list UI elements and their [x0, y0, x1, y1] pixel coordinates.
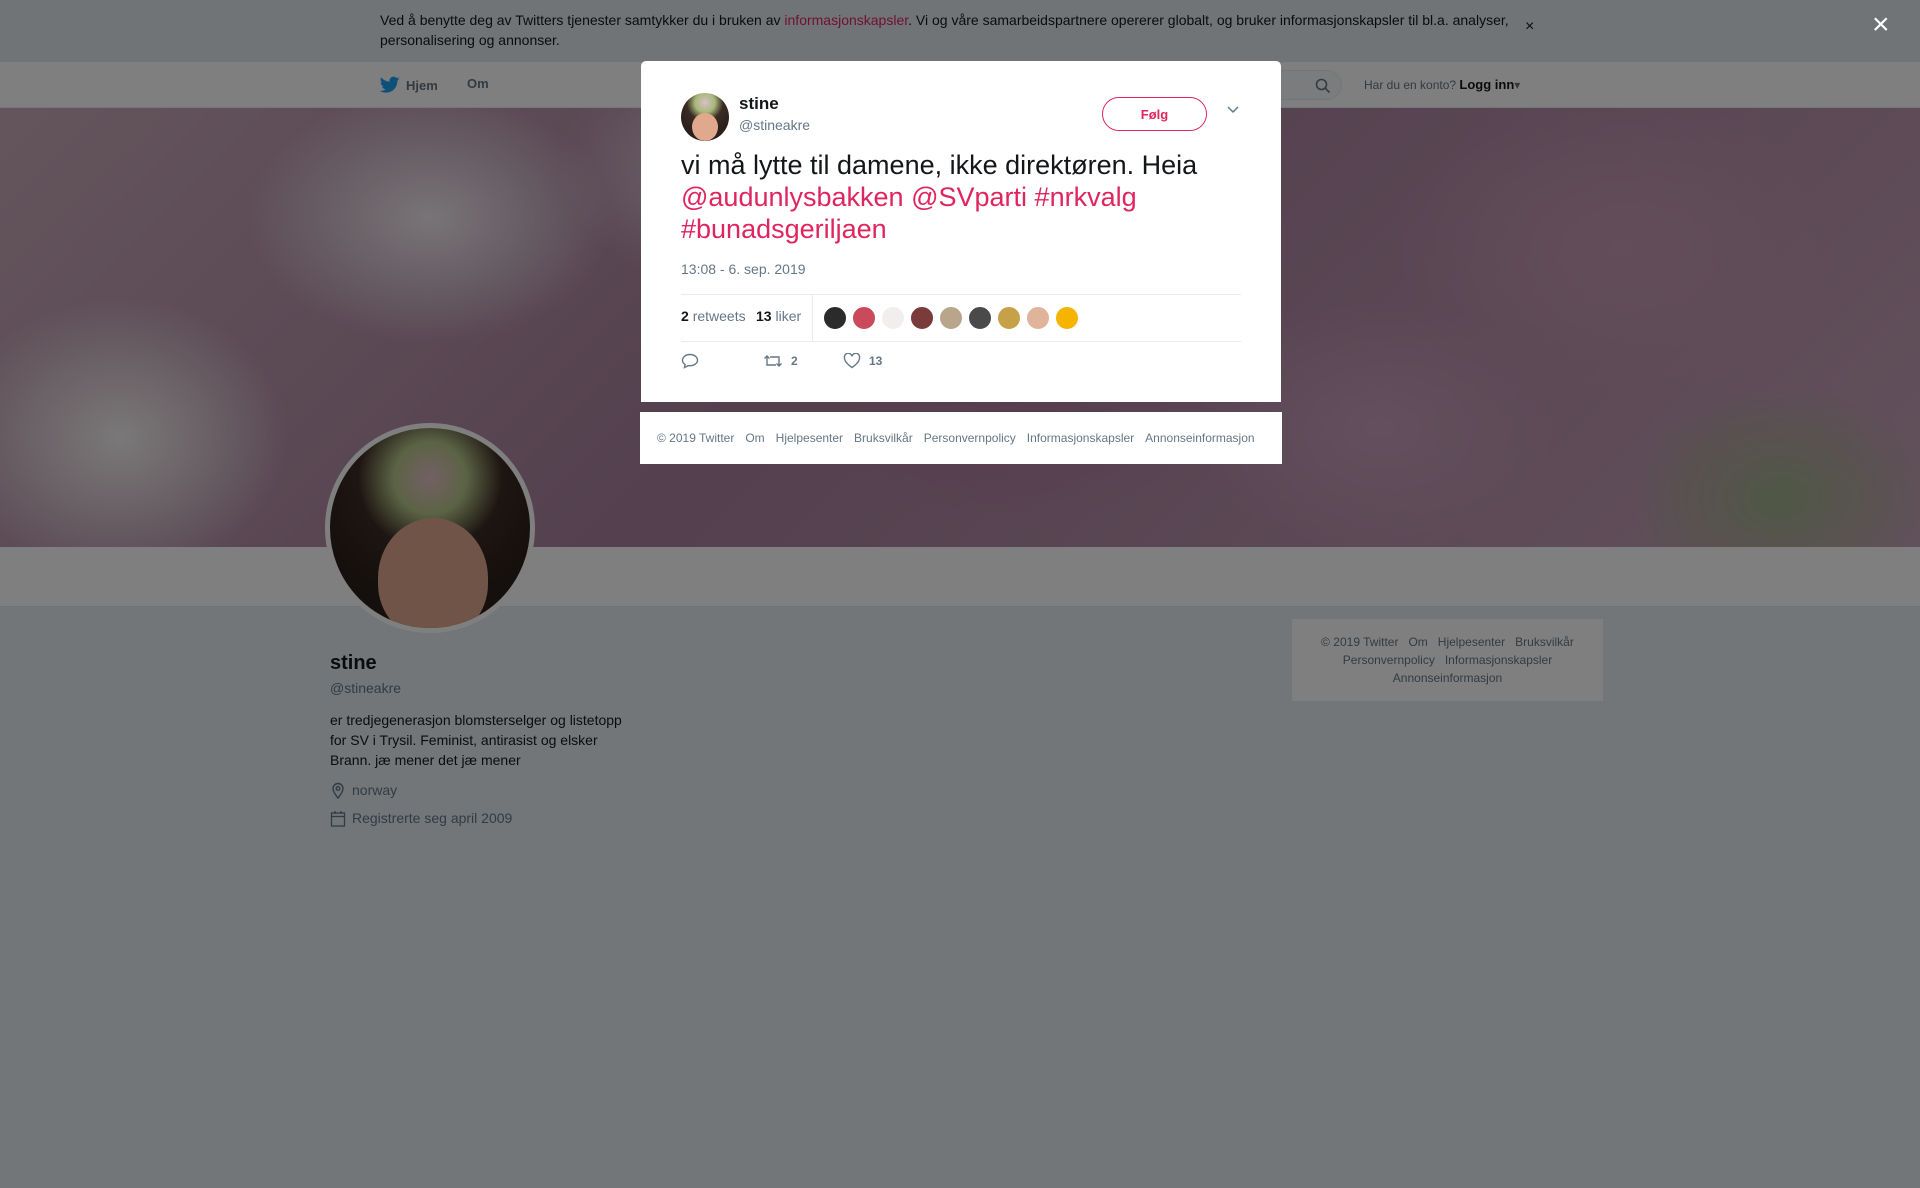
tweet-text-plain: vi må lytte til damene, ikke direktøren.… [681, 150, 1198, 180]
liker-avatar[interactable] [1026, 306, 1050, 330]
liker-avatars [823, 306, 1079, 330]
retweet-stat[interactable]: 2 retweets [681, 308, 746, 324]
liker-avatar[interactable] [968, 306, 992, 330]
heart-icon [843, 353, 861, 369]
like-button[interactable]: 13 [843, 353, 882, 369]
like-count: 13 [756, 308, 772, 324]
liker-avatar[interactable] [1055, 306, 1079, 330]
reply-icon [681, 353, 699, 369]
like-label: liker [775, 308, 802, 324]
like-stat[interactable]: 13 liker [756, 308, 801, 324]
retweet-button[interactable]: 2 [763, 353, 843, 369]
reply-button[interactable] [681, 353, 763, 369]
retweet-action-count: 2 [791, 354, 798, 368]
liker-avatar[interactable] [852, 306, 876, 330]
mention-link[interactable]: @SVparti [911, 182, 1027, 212]
tweet-text: vi må lytte til damene, ikke direktøren.… [681, 149, 1251, 245]
liker-avatar[interactable] [881, 306, 905, 330]
liker-avatar[interactable] [823, 306, 847, 330]
footer-link-help[interactable]: Hjelpesenter [776, 431, 843, 445]
hashtag-link[interactable]: #nrkvalg [1035, 182, 1137, 212]
divider [812, 295, 813, 341]
retweet-icon [764, 355, 782, 367]
like-action-count: 13 [869, 354, 883, 368]
tweet-author-avatar[interactable] [681, 93, 729, 141]
retweet-count: 2 [681, 308, 689, 324]
hashtag-link[interactable]: #bunadsgeriljaen [681, 214, 887, 244]
footer-link-about[interactable]: Om [745, 431, 764, 445]
tweet-stats: 2 retweets 13 liker [681, 294, 1241, 342]
retweet-label: retweets [692, 308, 746, 324]
footer-link-terms[interactable]: Bruksvilkår [854, 431, 913, 445]
footer-link-privacy[interactable]: Personvernpolicy [924, 431, 1016, 445]
chevron-down-icon[interactable] [1226, 105, 1240, 115]
mention-link[interactable]: @audunlysbakken [681, 182, 904, 212]
footer-link-ads[interactable]: Annonseinformasjon [1145, 431, 1254, 445]
footer-copyright: © 2019 Twitter [657, 431, 735, 445]
tweet-author-handle[interactable]: @stineakre [739, 117, 810, 133]
footer-link-cookies[interactable]: Informasjonskapsler [1027, 431, 1134, 445]
follow-button[interactable]: Følg [1102, 97, 1207, 131]
modal-footer: © 2019 Twitter Om Hjelpesenter Bruksvilkår P… [640, 412, 1282, 464]
liker-avatar[interactable] [939, 306, 963, 330]
tweet-timestamp[interactable]: 13:08 - 6. sep. 2019 [681, 261, 806, 277]
tweet-author-name[interactable]: stine [739, 94, 779, 114]
liker-avatar[interactable] [910, 306, 934, 330]
tweet-actions: 2 13 [681, 353, 882, 369]
tweet-modal: stine @stineakre Følg vi må lytte til da… [641, 61, 1281, 402]
liker-avatar[interactable] [997, 306, 1021, 330]
close-icon[interactable]: × [1872, 10, 1890, 40]
